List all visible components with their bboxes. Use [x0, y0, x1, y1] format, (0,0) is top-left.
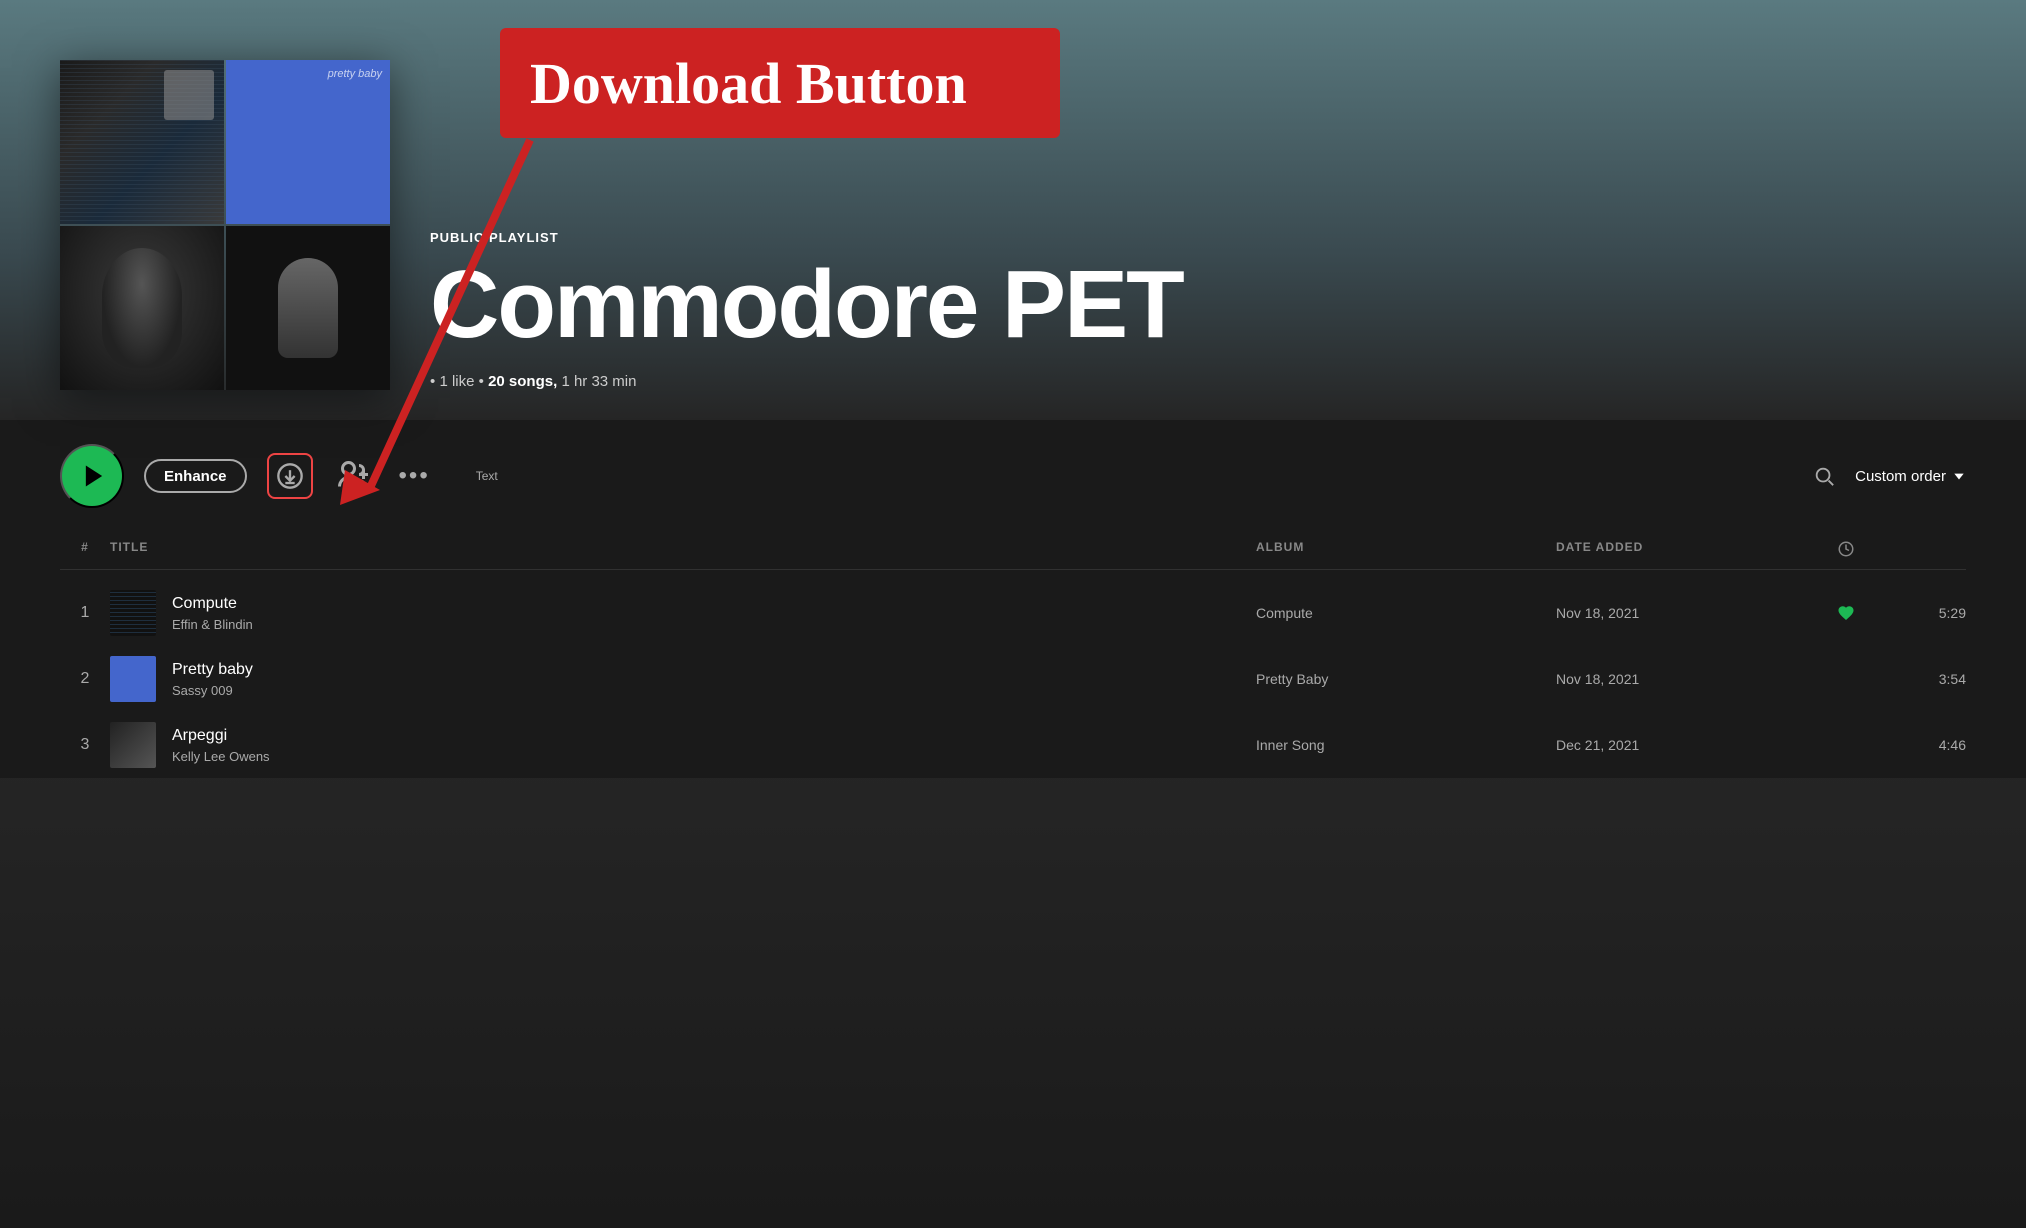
track-title: Arpeggi: [172, 727, 270, 745]
track-artist: Sassy 009: [172, 683, 253, 698]
track-date: Nov 18, 2021: [1556, 671, 1806, 687]
meta-songs: 20 songs,: [488, 373, 557, 390]
search-button[interactable]: [1813, 465, 1835, 487]
track-album: Inner Song: [1256, 737, 1556, 753]
col-empty-header: [1886, 540, 1966, 561]
track-duration: 3:54: [1886, 671, 1966, 687]
track-info: Pretty baby Sassy 009: [110, 656, 1256, 702]
col-duration-header: [1806, 540, 1886, 561]
playlist-title: Commodore PET: [430, 257, 1966, 353]
hero-info: PUBLIC PLAYLIST Commodore PET • 1 like •…: [430, 230, 1966, 390]
art-cell-4: [226, 226, 390, 390]
col-num-header: #: [60, 540, 110, 561]
track-number: 3: [60, 736, 110, 754]
playlist-artwork: pretty baby: [60, 60, 390, 390]
meta-bullet: •: [430, 373, 435, 390]
meta-likes: 1 like: [439, 373, 474, 390]
track-info: Arpeggi Kelly Lee Owens: [110, 722, 1256, 768]
playlist-meta: • 1 like • 20 songs, 1 hr 33 min: [430, 373, 1966, 390]
track-info: Compute Effin & Blindin: [110, 590, 1256, 636]
table-row[interactable]: 2 Pretty baby Sassy 009 Pretty Baby Nov …: [60, 646, 1966, 712]
track-text: Pretty baby Sassy 009: [172, 661, 253, 698]
meta-duration: 1 hr 33 min: [561, 373, 636, 390]
track-list-header: # TITLE ALBUM DATE ADDED: [60, 532, 1966, 570]
track-text: Arpeggi Kelly Lee Owens: [172, 727, 270, 764]
track-text: Compute Effin & Blindin: [172, 595, 253, 632]
meta-bullet2: •: [479, 373, 488, 390]
art-cell-2: pretty baby: [226, 60, 390, 224]
track-thumbnail: [110, 590, 156, 636]
track-list: # TITLE ALBUM DATE ADDED 1 Compute Effin…: [0, 532, 2026, 778]
more-options-button[interactable]: •••: [393, 462, 436, 490]
art-cell-2-text: pretty baby: [328, 68, 382, 80]
art-cell-1: [60, 60, 224, 224]
track-date: Nov 18, 2021: [1556, 605, 1806, 621]
toolbar: Enhance ••• Text: [0, 420, 2026, 532]
playlist-type-label: PUBLIC PLAYLIST: [430, 230, 1966, 245]
track-title: Pretty baby: [172, 661, 253, 679]
col-title-header: TITLE: [110, 540, 1256, 561]
col-date-header: DATE ADDED: [1556, 540, 1806, 561]
hero-section: pretty baby PUBLIC PLAYLIST Commodore PE…: [0, 0, 2026, 420]
custom-order-button[interactable]: Custom order: [1855, 468, 1966, 485]
track-album: Compute: [1256, 605, 1556, 621]
track-date: Dec 21, 2021: [1556, 737, 1806, 753]
track-album: Pretty Baby: [1256, 671, 1556, 687]
track-duration: 4:46: [1886, 737, 1966, 753]
play-button[interactable]: [60, 444, 124, 508]
track-thumbnail: [110, 722, 156, 768]
text-label: Text: [476, 469, 498, 483]
toolbar-right: Custom order: [1813, 465, 1966, 487]
track-artist: Kelly Lee Owens: [172, 749, 270, 764]
track-artist: Effin & Blindin: [172, 617, 253, 632]
track-like-button[interactable]: [1806, 604, 1886, 622]
track-title: Compute: [172, 595, 253, 613]
add-user-button[interactable]: [333, 456, 373, 496]
art-cell-3: [60, 226, 224, 390]
track-number: 2: [60, 670, 110, 688]
track-thumbnail: [110, 656, 156, 702]
col-album-header: ALBUM: [1256, 540, 1556, 561]
enhance-button[interactable]: Enhance: [144, 459, 247, 493]
table-row[interactable]: 3 Arpeggi Kelly Lee Owens Inner Song Dec…: [60, 712, 1966, 778]
track-duration: 5:29: [1886, 605, 1966, 621]
table-row[interactable]: 1 Compute Effin & Blindin Compute Nov 18…: [60, 580, 1966, 646]
track-number: 1: [60, 604, 110, 622]
download-button[interactable]: [267, 453, 313, 499]
